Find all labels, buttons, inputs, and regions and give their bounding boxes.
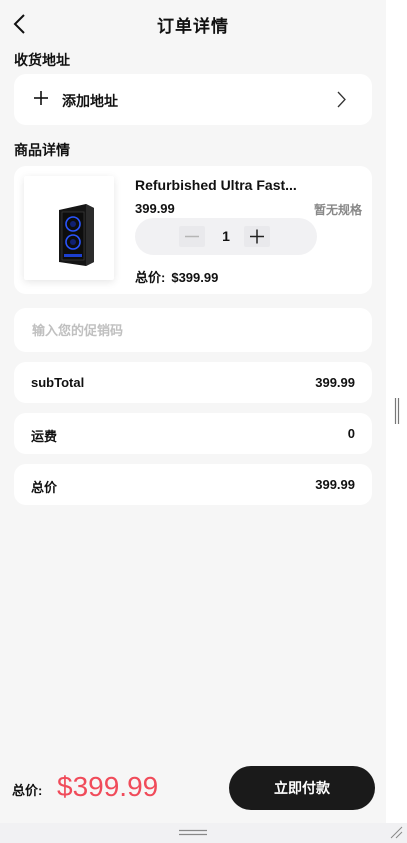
product-spec: 暂无规格	[313, 203, 362, 217]
scroll-handle-icon[interactable]	[394, 398, 400, 424]
add-address-label: 添加地址	[62, 93, 118, 109]
address-section-label: 收货地址	[14, 52, 70, 68]
quantity-stepper: 1	[135, 218, 317, 255]
promo-code-card	[14, 308, 372, 352]
header: 订单详情	[0, 0, 386, 46]
page-title: 订单详情	[157, 17, 229, 36]
product-price: 399.99	[135, 201, 175, 216]
shipping-label: 运费	[31, 429, 58, 444]
add-address-button[interactable]: 添加地址	[14, 74, 372, 125]
minus-icon[interactable]	[179, 226, 205, 247]
footer-total-label: 总价:	[12, 783, 43, 798]
pay-now-button[interactable]: 立即付款	[229, 766, 375, 810]
product-total-value: $399.99	[171, 270, 219, 285]
total-row: 总价 399.99	[14, 464, 372, 505]
resize-grip-icon[interactable]	[390, 826, 403, 839]
plus-icon	[34, 91, 48, 105]
product-image	[24, 176, 114, 280]
footer-total-price: $399.99	[57, 771, 159, 802]
product-section-label: 商品详情	[14, 142, 70, 158]
subtotal-value: 399.99	[315, 375, 355, 390]
product-card: Refurbished Ultra Fast... 399.99 暂无规格 1 …	[14, 166, 372, 294]
product-name: Refurbished Ultra Fast...	[135, 177, 297, 193]
product-total-label: 总价:	[135, 270, 166, 285]
checkout-screen: 订单详情 收货地址 添加地址 商品详情 Refurbished Ultra Fa…	[0, 0, 386, 823]
plus-icon[interactable]	[244, 226, 270, 247]
total-value: 399.99	[315, 477, 355, 492]
pc-case-image	[59, 204, 94, 266]
drag-handle-icon[interactable]	[179, 829, 207, 836]
shipping-value: 0	[347, 426, 355, 441]
promo-code-input[interactable]	[32, 319, 352, 341]
chevron-right-icon	[337, 91, 346, 108]
shipping-row: 运费 0	[14, 413, 372, 454]
product-total: 总价: $399.99	[135, 267, 218, 286]
subtotal-row: subTotal 399.99	[14, 362, 372, 403]
subtotal-label: subTotal	[31, 375, 85, 390]
quantity-value: 1	[222, 228, 230, 244]
total-label: 总价	[31, 480, 58, 495]
